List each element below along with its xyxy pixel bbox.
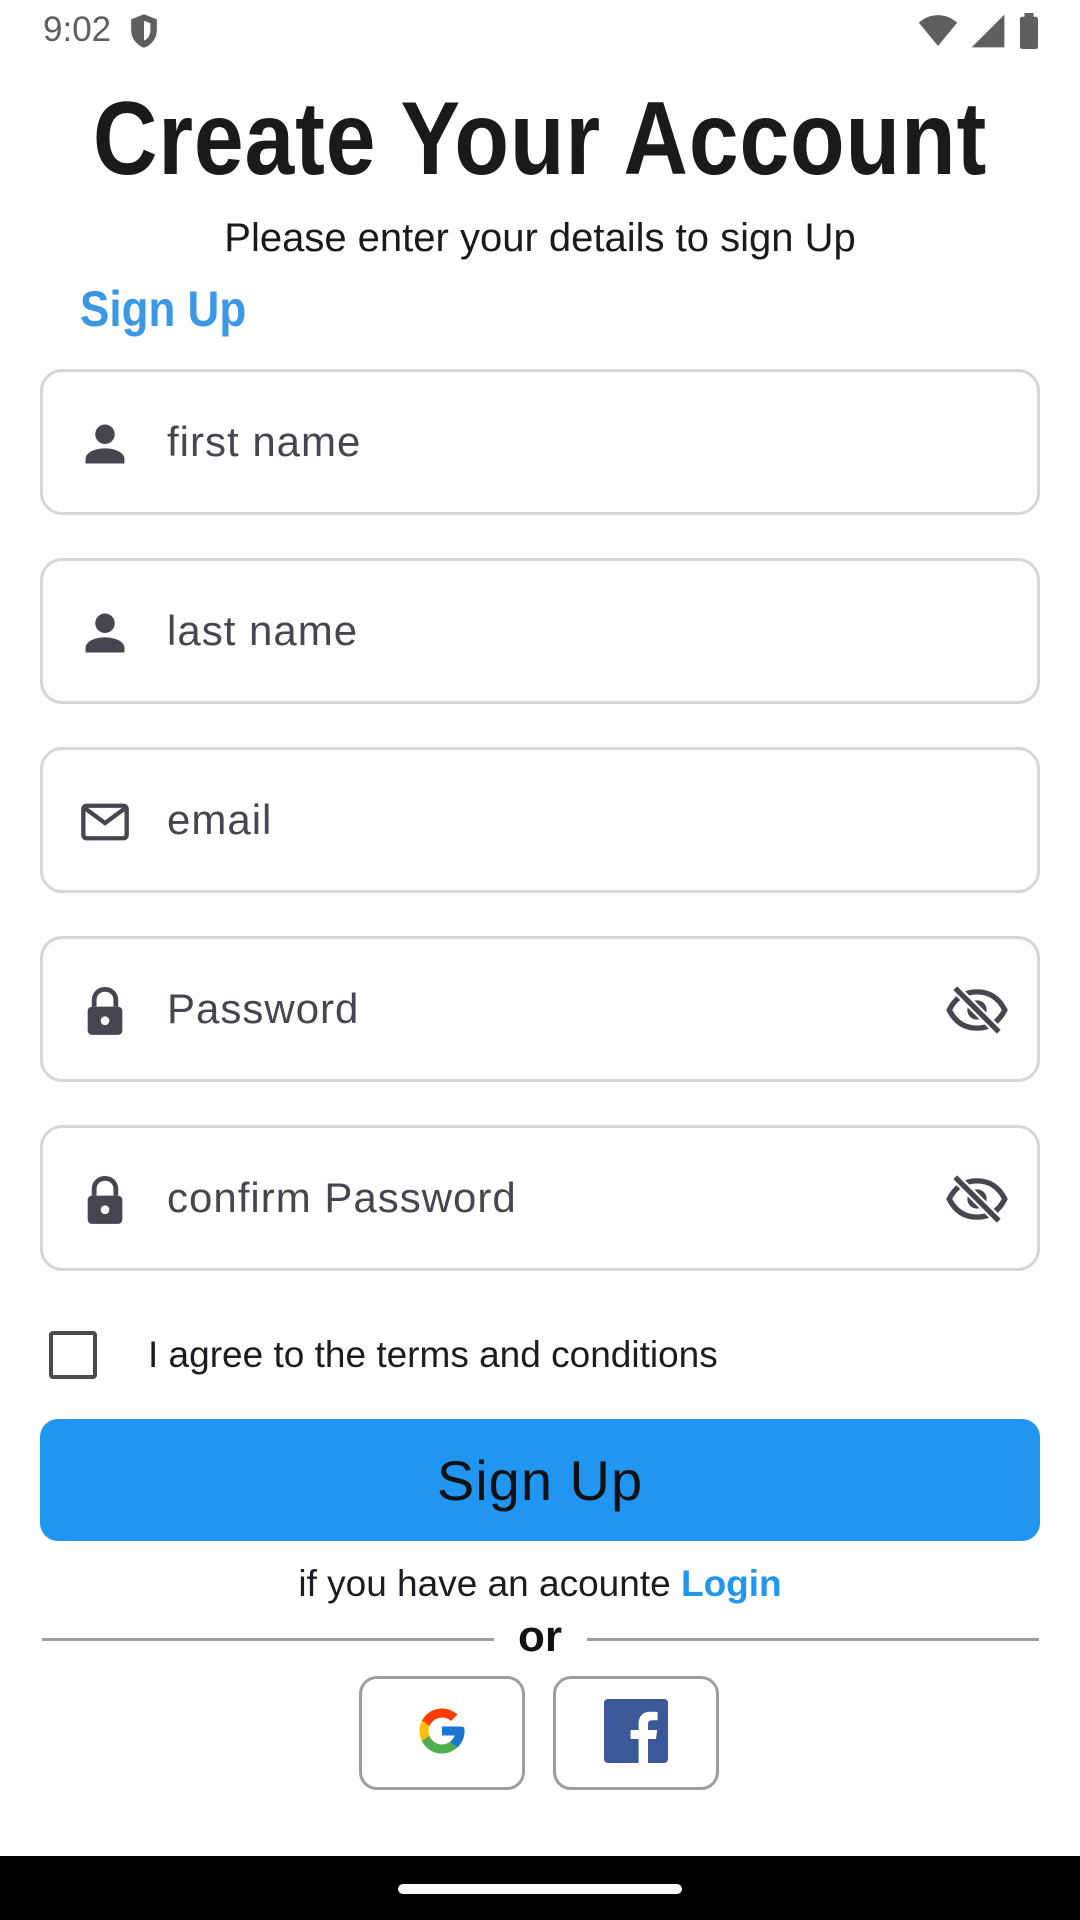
last-name-field[interactable]: [40, 558, 1040, 704]
page-title: Create Your Account: [92, 81, 988, 197]
terms-label: I agree to the terms and conditions: [148, 1334, 718, 1375]
battery-icon: [1018, 13, 1040, 54]
wifi-icon: [918, 14, 958, 53]
login-prompt: if you have an acounte Login: [0, 1563, 1080, 1605]
confirm-password-input[interactable]: [167, 1128, 947, 1268]
facebook-icon: [604, 1698, 668, 1768]
login-prompt-text: if you have an acounte: [298, 1563, 671, 1604]
status-bar: 9:02: [0, 0, 1080, 62]
signal-icon: [970, 14, 1006, 53]
confirm-password-field[interactable]: [40, 1125, 1040, 1271]
status-time: 9:02: [43, 10, 112, 49]
page-subtitle: Please enter your details to sign Up: [224, 216, 856, 260]
eye-off-icon[interactable]: [945, 1170, 1009, 1228]
email-input[interactable]: [167, 750, 947, 890]
mail-icon: [79, 796, 131, 848]
person-icon: [79, 418, 131, 470]
password-field[interactable]: [40, 936, 1040, 1082]
email-field[interactable]: [40, 747, 1040, 893]
sign-up-button[interactable]: Sign Up: [40, 1419, 1040, 1541]
first-name-field[interactable]: [40, 369, 1040, 515]
person-icon: [79, 607, 131, 659]
google-sign-in-button[interactable]: [359, 1676, 525, 1790]
home-gesture-handle[interactable]: [398, 1884, 682, 1894]
google-icon: [415, 1704, 469, 1763]
lock-icon: [79, 1174, 131, 1226]
shield-icon: [128, 13, 160, 54]
first-name-input[interactable]: [167, 372, 947, 512]
lock-icon: [79, 985, 131, 1037]
login-link[interactable]: Login: [681, 1563, 782, 1604]
divider-text: or: [518, 1612, 562, 1661]
terms-checkbox[interactable]: [49, 1331, 97, 1379]
last-name-input[interactable]: [167, 561, 947, 701]
password-input[interactable]: [167, 939, 947, 1079]
eye-off-icon[interactable]: [945, 981, 1009, 1039]
section-label: Sign Up: [80, 281, 247, 337]
status-icons: [918, 13, 1040, 54]
facebook-sign-in-button[interactable]: [553, 1676, 719, 1790]
